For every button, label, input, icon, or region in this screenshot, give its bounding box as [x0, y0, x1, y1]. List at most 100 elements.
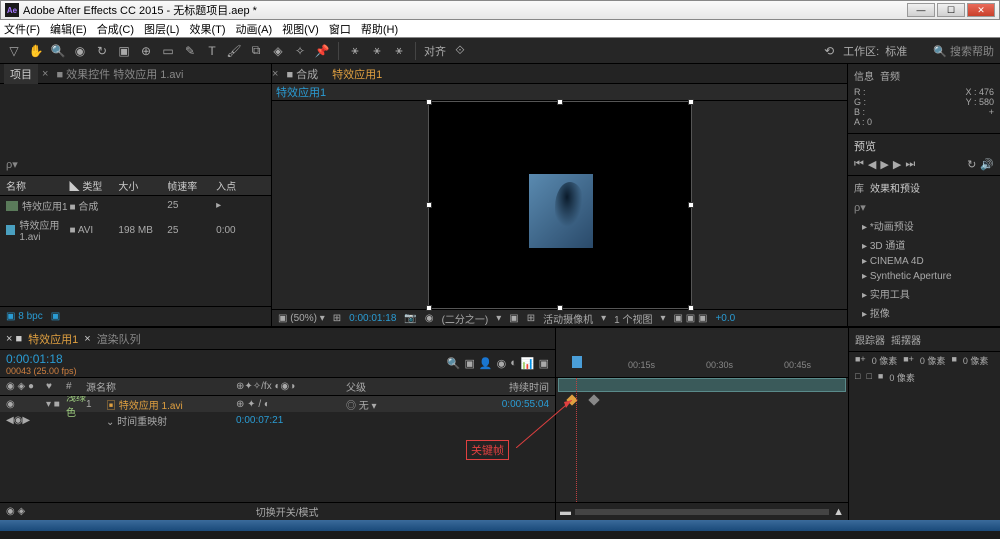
- transform-handle[interactable]: [426, 99, 432, 105]
- selection-tool[interactable]: ▽: [6, 43, 22, 59]
- viewer-extra[interactable]: ▣ ▣ ▣: [674, 313, 708, 324]
- timeline-ruler[interactable]: 00:15s 00:30s 00:45s: [556, 328, 848, 378]
- rotate-tool[interactable]: ↻: [94, 43, 110, 59]
- roi-button[interactable]: ▣: [509, 313, 518, 324]
- project-row-comp[interactable]: 特效应用1 ■ 合成 25 ▸: [0, 196, 271, 215]
- col-name[interactable]: 名称: [6, 178, 70, 193]
- workspace-value[interactable]: 标准: [885, 43, 907, 59]
- camera-tool[interactable]: ▣: [116, 43, 132, 59]
- tab-wiggler[interactable]: 摇摆器: [891, 332, 921, 347]
- zoom-tool[interactable]: 🔍: [50, 43, 66, 59]
- effect-category[interactable]: ▸ Synthetic Aperture: [854, 269, 994, 284]
- zoom-out-button[interactable]: ▬: [560, 506, 571, 518]
- axis-tool-3[interactable]: ⚹: [391, 43, 407, 59]
- brush-tool[interactable]: 🖌: [226, 43, 242, 59]
- tab-composition[interactable]: 特效应用1: [326, 64, 388, 84]
- channel-button[interactable]: ◉: [425, 313, 434, 324]
- effect-category[interactable]: ▸ 实用工具: [854, 284, 994, 303]
- timeline-tab-close[interactable]: × ■: [6, 333, 22, 345]
- search-help[interactable]: 🔍 搜索帮助: [933, 43, 994, 59]
- timeline-tab-x[interactable]: ×: [84, 333, 90, 345]
- zoom-dropdown[interactable]: ▣ (50%) ▾: [278, 313, 325, 324]
- project-row-avi[interactable]: 特效应用 1.avi ■ AVI 198 MB 25 0:00: [0, 215, 271, 245]
- transform-handle[interactable]: [557, 305, 563, 311]
- menu-effect[interactable]: 效果(T): [189, 21, 225, 37]
- new-folder-button[interactable]: ▣: [51, 311, 60, 322]
- timeline-layer-row[interactable]: ◉ ▾ ■ 浅绿色 1 ▣ 特效应用 1.avi ⊕ ✦ / ◐ ◎ 无 ▾ 0…: [0, 396, 555, 412]
- transform-handle[interactable]: [688, 202, 694, 208]
- col-type[interactable]: ◣ 类型: [70, 178, 119, 193]
- menu-composition[interactable]: 合成(C): [97, 21, 134, 37]
- tab-preview[interactable]: 预览: [854, 138, 994, 154]
- roto-tool[interactable]: ✧: [292, 43, 308, 59]
- composition-viewer[interactable]: [272, 101, 847, 309]
- effect-category[interactable]: ▸ CINEMA 4D: [854, 254, 994, 269]
- tl-graph-button[interactable]: 📊: [521, 357, 535, 370]
- menu-layer[interactable]: 图层(L): [144, 21, 179, 37]
- res-dropdown[interactable]: (二分之一): [442, 311, 489, 326]
- grid-button[interactable]: ⊞: [527, 313, 535, 324]
- camera-dropdown[interactable]: 活动摄像机: [543, 311, 593, 326]
- mute-button[interactable]: 🔊: [980, 158, 994, 171]
- bpc-button[interactable]: ▣ 8 bpc: [6, 311, 43, 322]
- transform-handle[interactable]: [688, 99, 694, 105]
- tab-audio[interactable]: 音频: [880, 68, 900, 83]
- menu-window[interactable]: 窗口: [329, 21, 351, 37]
- menu-file[interactable]: 文件(F): [4, 21, 40, 37]
- sync-icon[interactable]: ⟲: [821, 43, 837, 59]
- tab-info[interactable]: 信息: [854, 68, 874, 83]
- axis-tool-2[interactable]: ⚹: [369, 43, 385, 59]
- maximize-button[interactable]: ☐: [937, 3, 965, 17]
- eraser-tool[interactable]: ◈: [270, 43, 286, 59]
- toggle-switches-button[interactable]: ◉ ◈: [6, 506, 25, 517]
- tl-comp-button[interactable]: ▣: [465, 357, 475, 370]
- tab-project[interactable]: 项目: [4, 64, 38, 84]
- col-in[interactable]: 入点: [216, 178, 265, 193]
- tl-fx-button[interactable]: ◉: [497, 357, 507, 370]
- tab-close-icon[interactable]: ×: [272, 68, 278, 80]
- timeline-timecode[interactable]: 0:00:01:18: [6, 352, 77, 366]
- zoom-slider[interactable]: [575, 509, 829, 515]
- transform-handle[interactable]: [426, 202, 432, 208]
- col-size[interactable]: 大小: [118, 178, 167, 193]
- transform-handle[interactable]: [688, 305, 694, 311]
- tl-render-button[interactable]: ▣: [539, 357, 549, 370]
- prev-frame-button[interactable]: ◀: [868, 158, 876, 171]
- timeline-tab[interactable]: 特效应用1: [28, 331, 78, 347]
- loop-button[interactable]: ↻: [967, 158, 976, 171]
- windows-taskbar[interactable]: [0, 520, 1000, 531]
- effect-category[interactable]: ▸ 抠像: [854, 303, 994, 322]
- menu-animation[interactable]: 动画(A): [236, 21, 273, 37]
- keyframe[interactable]: [588, 394, 599, 405]
- tl-search-icon[interactable]: 🔍: [447, 357, 461, 370]
- timecode[interactable]: 0:00:01:18: [349, 313, 396, 324]
- first-frame-button[interactable]: ⏮: [854, 158, 864, 171]
- effect-controls-label[interactable]: ■ 效果控件 特效应用 1.avi: [56, 66, 183, 82]
- col-fps[interactable]: 帧速率: [167, 178, 216, 193]
- menu-help[interactable]: 帮助(H): [361, 21, 398, 37]
- effects-search[interactable]: ρ▾: [854, 199, 994, 216]
- timeline-tracks[interactable]: 00:15s 00:30s 00:45s 关键帧 ▬ ▲: [556, 328, 848, 520]
- transform-handle[interactable]: [557, 99, 563, 105]
- comp-breadcrumb[interactable]: 特效应用1: [276, 84, 326, 100]
- tab-library[interactable]: 库: [854, 180, 864, 195]
- render-queue-tab[interactable]: 渲染队列: [97, 331, 141, 347]
- effect-category[interactable]: ▸ 3D 通道: [854, 235, 994, 254]
- minimize-button[interactable]: —: [907, 3, 935, 17]
- orbit-tool[interactable]: ◉: [72, 43, 88, 59]
- anchor-tool[interactable]: ⊕: [138, 43, 154, 59]
- rect-tool[interactable]: ▭: [160, 43, 176, 59]
- pen-tool[interactable]: ✎: [182, 43, 198, 59]
- transform-handle[interactable]: [426, 305, 432, 311]
- tab-tracker[interactable]: 跟踪器: [855, 332, 885, 347]
- layer-clip[interactable]: [558, 378, 846, 392]
- canvas[interactable]: [428, 101, 692, 309]
- last-frame-button[interactable]: ⏭: [905, 158, 915, 171]
- view-dropdown[interactable]: 1 个视图: [614, 311, 652, 326]
- tab-effects-presets[interactable]: 效果和预设: [870, 180, 920, 195]
- next-frame-button[interactable]: ▶: [893, 158, 901, 171]
- puppet-tool[interactable]: 📌: [314, 43, 330, 59]
- project-search[interactable]: ρ▾: [0, 154, 271, 175]
- effect-category[interactable]: ▸ *动画预设: [854, 216, 994, 235]
- hand-tool[interactable]: ✋: [28, 43, 44, 59]
